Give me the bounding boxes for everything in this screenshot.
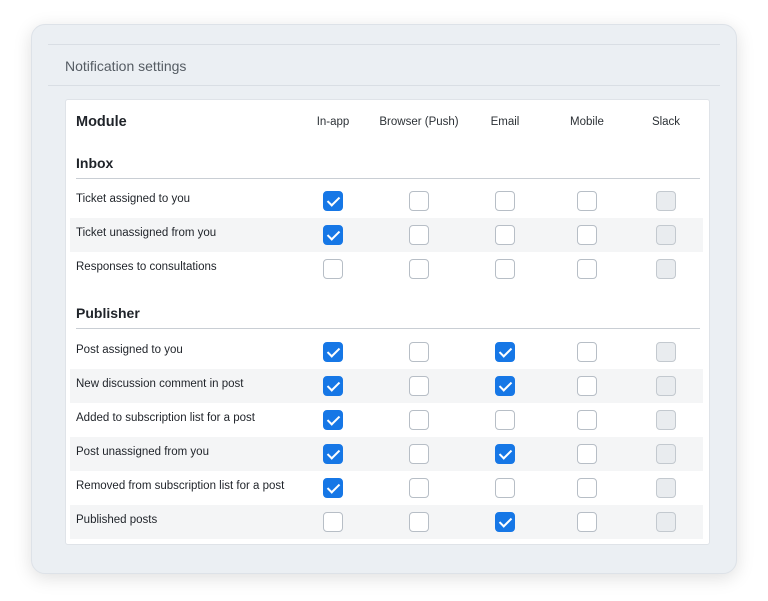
checkbox-browser-push[interactable]	[409, 342, 429, 362]
checkbox-slack	[656, 512, 676, 532]
checkbox-browser-push[interactable]	[409, 410, 429, 430]
checkbox-email[interactable]	[495, 478, 515, 498]
checkbox-browser-push[interactable]	[409, 444, 429, 464]
group-divider	[76, 328, 700, 329]
group-title-inbox: Inbox	[76, 155, 114, 171]
row-label: Ticket assigned to you	[76, 193, 190, 205]
checkbox-email[interactable]	[495, 410, 515, 430]
checkbox-email[interactable]	[495, 191, 515, 211]
checkbox-mobile[interactable]	[577, 259, 597, 279]
table-row: Ticket assigned to you	[70, 184, 703, 218]
checkbox-mobile[interactable]	[577, 342, 597, 362]
checkbox-email[interactable]	[495, 444, 515, 464]
checkbox-in-app[interactable]	[323, 342, 343, 362]
table-row: Post assigned to you	[70, 335, 703, 369]
column-header-slack: Slack	[651, 116, 681, 128]
checkbox-slack	[656, 376, 676, 396]
checkbox-slack	[656, 259, 676, 279]
table-header: Module In-app Browser (Push) Email Mobil…	[66, 100, 709, 144]
checkbox-browser-push[interactable]	[409, 478, 429, 498]
checkbox-in-app[interactable]	[323, 512, 343, 532]
checkbox-in-app[interactable]	[323, 478, 343, 498]
row-label: New discussion comment in post	[76, 378, 244, 390]
group-divider	[76, 178, 700, 179]
group-title-publisher: Publisher	[76, 305, 140, 321]
checkbox-browser-push[interactable]	[409, 376, 429, 396]
checkbox-email[interactable]	[495, 376, 515, 396]
checkbox-browser-push[interactable]	[409, 191, 429, 211]
settings-window: Notification settings Module In-app Brow…	[31, 24, 737, 574]
checkbox-in-app[interactable]	[323, 444, 343, 464]
row-label: Responses to consultations	[76, 261, 217, 273]
checkbox-in-app[interactable]	[323, 376, 343, 396]
checkbox-browser-push[interactable]	[409, 512, 429, 532]
checkbox-in-app[interactable]	[323, 191, 343, 211]
row-label: Post unassigned from you	[76, 446, 209, 458]
checkbox-browser-push[interactable]	[409, 225, 429, 245]
checkbox-browser-push[interactable]	[409, 259, 429, 279]
row-label: Ticket unassigned from you	[76, 227, 217, 239]
checkbox-slack	[656, 225, 676, 245]
checkbox-slack	[656, 410, 676, 430]
checkbox-email[interactable]	[495, 512, 515, 532]
table-row: Added to subscription list for a post	[70, 403, 703, 437]
checkbox-slack	[656, 478, 676, 498]
table-row: New discussion comment in post	[70, 369, 703, 403]
row-label: Added to subscription list for a post	[76, 412, 255, 424]
table-row: Ticket unassigned from you	[70, 218, 703, 252]
checkbox-slack	[656, 342, 676, 362]
notification-table: Module In-app Browser (Push) Email Mobil…	[65, 99, 710, 545]
checkbox-mobile[interactable]	[577, 191, 597, 211]
checkbox-mobile[interactable]	[577, 225, 597, 245]
row-label: Published posts	[76, 514, 158, 526]
row-label: Removed from subscription list for a pos…	[76, 480, 285, 492]
checkbox-in-app[interactable]	[323, 259, 343, 279]
table-row: Removed from subscription list for a pos…	[70, 471, 703, 505]
checkbox-email[interactable]	[495, 259, 515, 279]
checkbox-mobile[interactable]	[577, 512, 597, 532]
checkbox-slack	[656, 191, 676, 211]
checkbox-in-app[interactable]	[323, 225, 343, 245]
checkbox-slack	[656, 444, 676, 464]
checkbox-email[interactable]	[495, 342, 515, 362]
checkbox-in-app[interactable]	[323, 410, 343, 430]
divider	[48, 85, 720, 86]
checkbox-mobile[interactable]	[577, 478, 597, 498]
table-row: Published posts	[70, 505, 703, 539]
section-title: Notification settings	[65, 58, 187, 74]
checkbox-mobile[interactable]	[577, 444, 597, 464]
checkbox-mobile[interactable]	[577, 410, 597, 430]
table-row: Responses to consultations	[70, 252, 703, 286]
checkbox-email[interactable]	[495, 225, 515, 245]
row-label: Post assigned to you	[76, 344, 183, 356]
table-row: Post unassigned from you	[70, 437, 703, 471]
module-column-header: Module	[76, 114, 127, 130]
divider	[48, 44, 720, 45]
checkbox-mobile[interactable]	[577, 376, 597, 396]
